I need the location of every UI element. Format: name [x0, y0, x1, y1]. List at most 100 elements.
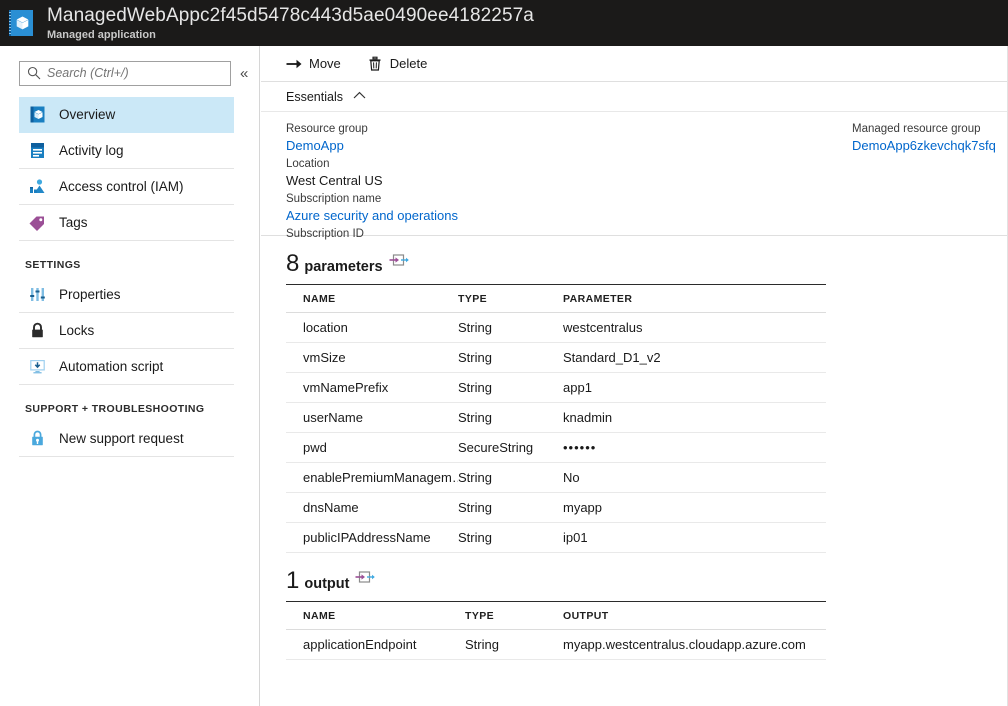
sidebar-item-label: Activity log — [59, 143, 124, 158]
parameter-type: String — [458, 410, 563, 425]
collapse-sidebar-button[interactable]: « — [240, 66, 248, 81]
parameter-value: westcentralus — [563, 320, 826, 335]
parameter-type: SecureString — [458, 440, 563, 455]
column-header-parameter: PARAMETER — [563, 293, 826, 305]
managed-resource-group-link[interactable]: DemoApp6zkevchqk7sfq — [852, 137, 996, 155]
sidebar-item-access-control[interactable]: Access control (IAM) — [19, 169, 234, 205]
essentials-key: Subscription name — [286, 191, 458, 207]
command-bar: Move Delete — [261, 46, 1008, 82]
parameter-value: No — [563, 470, 826, 485]
sidebar-item-activity-log[interactable]: Activity log — [19, 133, 234, 169]
sidebar-item-label: New support request — [59, 431, 184, 446]
column-header-name: NAME — [303, 293, 458, 305]
lock-icon — [28, 322, 46, 340]
delete-button-label: Delete — [390, 56, 428, 71]
move-button-label: Move — [309, 56, 341, 71]
trash-icon — [367, 56, 383, 72]
essentials-key: Subscription ID — [286, 226, 458, 242]
page-subtitle: Managed application — [47, 28, 534, 42]
properties-sliders-icon — [28, 286, 46, 304]
output-value: myapp.westcentralus.cloudapp.azure.com — [563, 637, 826, 652]
parameter-type: String — [458, 380, 563, 395]
overview-icon — [28, 106, 46, 124]
table-row[interactable]: pwd SecureString •••••• — [286, 433, 826, 463]
parameter-type: String — [458, 530, 563, 545]
table-row[interactable]: applicationEndpoint String myapp.westcen… — [286, 630, 826, 660]
blade-main-content: Move Delete Essentials — [261, 46, 1008, 706]
location-value: West Central US — [286, 172, 458, 190]
sidebar-item-tags[interactable]: Tags — [19, 205, 234, 241]
sidebar-item-label: Access control (IAM) — [59, 179, 184, 194]
essentials-key: Resource group — [286, 121, 458, 137]
parameter-value: app1 — [563, 380, 826, 395]
sidebar-nav: Overview Activity log — [0, 97, 259, 457]
parameter-type: String — [458, 350, 563, 365]
column-header-type: TYPE — [458, 293, 563, 305]
sidebar-item-overview[interactable]: Overview — [19, 97, 234, 133]
outputs-count: 1 — [286, 569, 299, 593]
managed-application-book-icon — [9, 10, 35, 36]
sidebar-item-locks[interactable]: Locks — [19, 313, 234, 349]
sidebar-item-new-support-request[interactable]: New support request — [19, 421, 234, 457]
search-icon — [27, 66, 41, 80]
column-header-type: TYPE — [465, 610, 563, 622]
column-header-name: NAME — [303, 610, 465, 622]
output-icon[interactable] — [355, 570, 375, 586]
activity-log-icon — [28, 142, 46, 160]
blade-title-bar: ManagedWebAppc2f45d5478c443d5ae0490ee418… — [0, 0, 1008, 46]
parameters-table: NAME TYPE PARAMETER location String west… — [286, 284, 826, 553]
sidebar-item-label: Overview — [59, 107, 115, 122]
essentials-key: Location — [286, 156, 458, 172]
search-input[interactable] — [47, 66, 222, 80]
parameter-value: Standard_D1_v2 — [563, 350, 826, 365]
table-row[interactable]: vmNamePrefix String app1 — [286, 373, 826, 403]
cube-glyph — [16, 16, 29, 30]
resource-group-link[interactable]: DemoApp — [286, 137, 458, 155]
sidebar-section-header-settings: SETTINGS — [25, 259, 259, 271]
sidebar-item-label: Tags — [59, 215, 88, 230]
delete-button[interactable]: Delete — [367, 56, 428, 72]
parameters-count: 8 — [286, 252, 299, 276]
input-parameters-icon[interactable] — [389, 253, 409, 269]
outputs-section-title: 1 output — [286, 569, 1008, 593]
table-row[interactable]: enablePremiumManagem… String No — [286, 463, 826, 493]
output-type: String — [465, 637, 563, 652]
essentials-toggle[interactable]: Essentials — [261, 82, 1008, 112]
parameters-section-title: 8 parameters — [286, 252, 1008, 276]
table-row[interactable]: location String westcentralus — [286, 313, 826, 343]
sidebar-item-properties[interactable]: Properties — [19, 277, 234, 313]
output-name: applicationEndpoint — [303, 637, 465, 652]
support-request-icon — [28, 430, 46, 448]
parameter-type: String — [458, 500, 563, 515]
tag-icon — [28, 214, 46, 232]
table-row[interactable]: publicIPAddressName String ip01 — [286, 523, 826, 553]
table-row[interactable]: userName String knadmin — [286, 403, 826, 433]
parameter-name: vmNamePrefix — [303, 380, 458, 395]
subscription-name-link[interactable]: Azure security and operations — [286, 207, 458, 225]
outputs-table: NAME TYPE OUTPUT applicationEndpoint Str… — [286, 601, 826, 660]
table-row[interactable]: vmSize String Standard_D1_v2 — [286, 343, 826, 373]
chevron-up-icon — [353, 91, 366, 103]
parameters-word: parameters — [304, 259, 382, 275]
essentials-key: Managed resource group — [852, 121, 996, 137]
essentials-label: Essentials — [286, 90, 343, 104]
table-row[interactable]: dnsName String myapp — [286, 493, 826, 523]
parameter-name: publicIPAddressName — [303, 530, 458, 545]
parameters-section: 8 parameters NAME TYPE PARAMETER — [261, 236, 1008, 553]
outputs-table-header: NAME TYPE OUTPUT — [286, 602, 826, 630]
sidebar-item-label: Automation script — [59, 359, 163, 374]
parameter-value: ip01 — [563, 530, 826, 545]
parameter-name: enablePremiumManagem… — [303, 470, 458, 485]
sidebar-item-label: Locks — [59, 323, 94, 338]
move-button[interactable]: Move — [286, 56, 341, 72]
arrow-right-icon — [286, 56, 302, 72]
access-control-icon — [28, 178, 46, 196]
sidebar-item-automation-script[interactable]: Automation script — [19, 349, 234, 385]
search-box[interactable] — [19, 61, 231, 86]
column-header-output: OUTPUT — [563, 610, 826, 622]
parameter-name: location — [303, 320, 458, 335]
outputs-section: 1 output NAME TYPE OUTPUT — [261, 553, 1008, 660]
parameter-type: String — [458, 470, 563, 485]
parameter-value: myapp — [563, 500, 826, 515]
parameter-value: knadmin — [563, 410, 826, 425]
